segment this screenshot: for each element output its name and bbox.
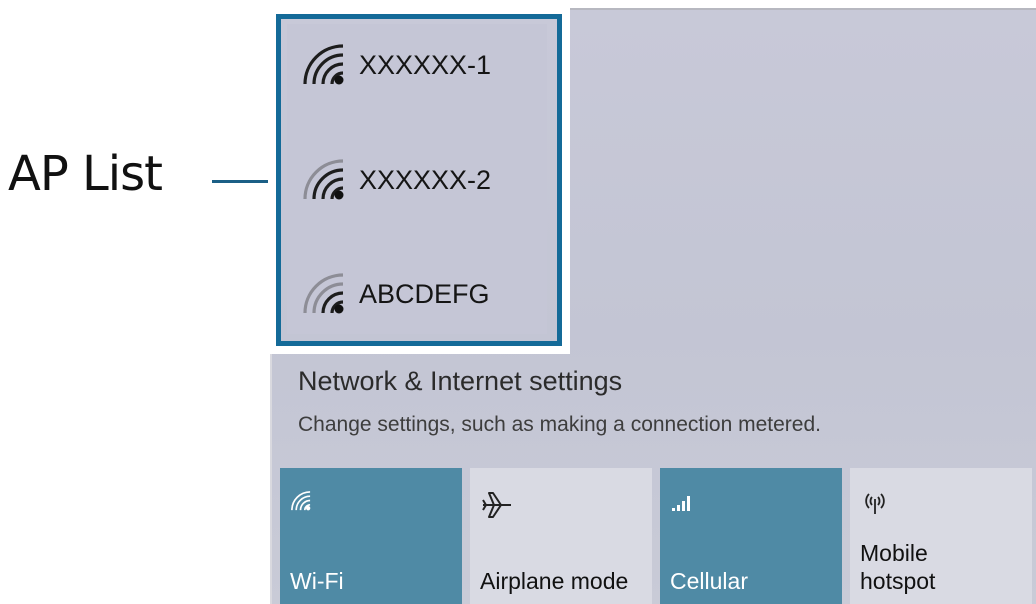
airplane-mode-toggle-tile[interactable]: Airplane mode (470, 468, 652, 604)
airplane-icon (482, 492, 511, 518)
mobile-hotspot-icon (865, 493, 885, 514)
cellular-toggle-tile[interactable]: Cellular (660, 468, 842, 604)
mobile-hotspot-toggle-tile[interactable]: Mobile hotspot (850, 468, 1032, 604)
tile-label: Wi-Fi (290, 568, 344, 595)
cellular-signal-icon (672, 496, 690, 511)
callout-connector-line (212, 180, 268, 183)
tile-label: Mobile hotspot (860, 539, 936, 595)
network-internet-settings-link[interactable]: Network & Internet settings (298, 366, 622, 397)
wifi-icon (291, 491, 311, 511)
tile-label: Airplane mode (480, 568, 629, 595)
wifi-toggle-tile[interactable]: Wi-Fi (280, 468, 462, 604)
ap-list-callout-label: AP List (8, 146, 163, 202)
ap-list-highlight-border (276, 14, 562, 346)
network-settings-description: Change settings, such as making a connec… (298, 413, 821, 436)
tile-label: Cellular (670, 568, 748, 595)
